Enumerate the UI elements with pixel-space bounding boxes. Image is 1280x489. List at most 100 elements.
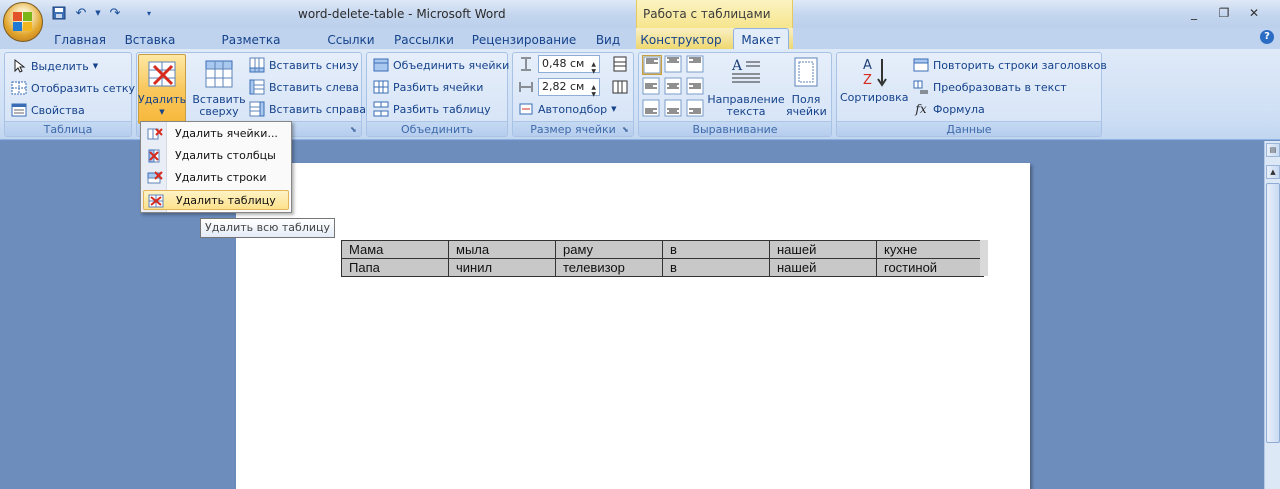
table-cell[interactable]: мыла <box>448 240 556 259</box>
formula-button[interactable]: fx Формула <box>913 99 985 119</box>
tab-insert[interactable]: Вставка <box>120 31 180 49</box>
insert-right-button[interactable]: Вставить справа <box>249 99 366 119</box>
close-icon[interactable]: ✕ <box>1246 6 1262 20</box>
undo-icon[interactable]: ↶ <box>72 4 90 22</box>
table-row: Папа чинил телевизор в нашей гостиной <box>341 258 984 277</box>
delete-dropdown-menu: Удалить ячейки... Удалить столбцы Удалит… <box>140 121 292 213</box>
cell-size-launcher-icon[interactable]: ⬊ <box>622 125 631 134</box>
repeat-header-label: Повторить строки заголовков <box>933 58 1107 72</box>
office-button[interactable] <box>3 2 43 42</box>
distribute-columns-icon[interactable] <box>612 79 628 95</box>
save-icon[interactable] <box>50 4 68 22</box>
text-direction-icon: A <box>730 56 762 88</box>
convert-to-text-icon <box>913 79 929 95</box>
align-middle-right-icon[interactable] <box>686 77 706 97</box>
menu-item-delete-columns[interactable]: Удалить столбцы <box>143 146 289 166</box>
split-table-icon <box>373 101 389 117</box>
tab-references[interactable]: Ссылки <box>322 31 380 49</box>
properties-icon <box>11 102 27 118</box>
table-cell[interactable]: нашей <box>769 240 877 259</box>
table-cell[interactable]: кухне <box>876 240 984 259</box>
delete-button[interactable]: Удалить ▼ <box>138 58 186 118</box>
minimize-icon[interactable]: _ <box>1186 6 1202 20</box>
align-bottom-left-icon[interactable] <box>642 99 662 119</box>
table-cell[interactable]: в <box>662 240 770 259</box>
tab-design[interactable]: Конструктор <box>640 31 722 49</box>
help-icon[interactable]: ? <box>1260 30 1274 44</box>
restore-icon[interactable]: ❐ <box>1216 6 1232 20</box>
align-top-center-icon[interactable] <box>664 55 684 75</box>
document-table[interactable]: Мама мыла раму в нашей кухне Папа чинил … <box>341 240 984 277</box>
svg-text:Z: Z <box>863 73 872 88</box>
vertical-scrollbar[interactable]: ▤ ▲ <box>1264 141 1280 489</box>
tab-layout[interactable]: Макет <box>733 28 789 49</box>
autofit-button[interactable]: Автоподбор ▼ <box>518 99 617 119</box>
tooltip: Удалить всю таблицу <box>200 218 336 238</box>
align-middle-center-icon[interactable] <box>664 77 684 97</box>
sort-label: Сортировка <box>840 91 909 104</box>
align-bottom-right-icon[interactable] <box>686 99 706 119</box>
insert-below-label: Вставить снизу <box>269 58 359 72</box>
scroll-thumb[interactable] <box>1266 183 1280 443</box>
menu-item-label: Удалить строки <box>175 171 267 184</box>
sort-button[interactable]: AZ Сортировка <box>840 56 909 104</box>
cell-margins-button[interactable]: Поля ячейки <box>786 56 827 118</box>
table-cell[interactable]: гостиной <box>876 258 984 277</box>
delete-table-small-icon <box>148 193 164 209</box>
tab-home[interactable]: Главная <box>50 31 110 49</box>
align-bottom-center-icon[interactable] <box>664 99 684 119</box>
tab-mailings[interactable]: Рассылки <box>390 31 458 49</box>
scroll-up-icon[interactable]: ▲ <box>1266 165 1280 179</box>
formula-label: Формула <box>933 102 985 116</box>
align-top-left-icon[interactable] <box>642 55 662 75</box>
table-cell[interactable]: чинил <box>448 258 556 277</box>
menu-item-delete-table[interactable]: Удалить таблицу <box>143 190 289 210</box>
menu-item-delete-rows[interactable]: Удалить строки <box>143 168 289 188</box>
column-width-icon <box>518 79 534 95</box>
align-middle-left-icon[interactable] <box>642 77 662 97</box>
insert-right-label: Вставить справа <box>269 102 366 116</box>
insert-below-icon <box>249 57 265 73</box>
row-height-icon <box>518 56 534 72</box>
grid-icon <box>11 80 27 96</box>
table-cell[interactable]: раму <box>555 240 663 259</box>
group-data-label: Данные <box>837 121 1101 136</box>
table-cell[interactable]: Папа <box>341 258 449 277</box>
select-label: Выделить <box>31 59 89 73</box>
text-direction-label-2: текста <box>726 105 766 118</box>
split-table-button[interactable]: Разбить таблицу <box>373 99 491 119</box>
formula-icon: fx <box>915 102 927 116</box>
row-height-input[interactable]: 0,48 см ▲ ▼ <box>538 55 600 75</box>
merge-cells-button[interactable]: Объединить ячейки <box>373 55 509 75</box>
table-cell[interactable]: телевизор <box>555 258 663 277</box>
context-group-label: Работа с таблицами <box>643 7 771 21</box>
column-width-input[interactable]: 2,82 см ▲ ▼ <box>538 78 600 98</box>
properties-button[interactable]: Свойства <box>11 100 85 120</box>
insert-left-button[interactable]: Вставить слева <box>249 77 359 97</box>
menu-item-delete-cells[interactable]: Удалить ячейки... <box>143 124 289 144</box>
rows-columns-launcher-icon[interactable]: ⬊ <box>350 125 359 134</box>
undo-dropdown-icon[interactable]: ▼ <box>94 4 102 22</box>
align-top-right-icon[interactable] <box>686 55 706 75</box>
insert-below-button[interactable]: Вставить снизу <box>249 55 359 75</box>
text-direction-button[interactable]: A Направление текста <box>706 56 786 118</box>
insert-above-button[interactable]: Вставить сверху <box>192 58 246 118</box>
ruler-toggle-icon[interactable]: ▤ <box>1266 143 1280 157</box>
select-button[interactable]: Выделить ▼ <box>11 56 98 76</box>
gridlines-button[interactable]: Отобразить сетку <box>11 78 135 98</box>
customize-qat-icon[interactable]: ▾ <box>142 4 156 22</box>
repeat-header-button[interactable]: Повторить строки заголовков <box>913 55 1107 75</box>
table-cell[interactable]: в <box>662 258 770 277</box>
tab-view[interactable]: Вид <box>588 31 628 49</box>
document-page[interactable] <box>236 163 1030 489</box>
tab-page-layout[interactable]: Разметка страницы <box>190 31 312 61</box>
column-width-value: 2,82 см <box>542 80 585 93</box>
redo-icon[interactable]: ↷ <box>106 4 124 22</box>
distribute-rows-icon[interactable] <box>612 56 628 72</box>
row-end-markers <box>980 240 988 276</box>
table-cell[interactable]: Мама <box>341 240 449 259</box>
table-cell[interactable]: нашей <box>769 258 877 277</box>
convert-to-text-button[interactable]: Преобразовать в текст <box>913 77 1067 97</box>
tab-review[interactable]: Рецензирование <box>470 31 578 49</box>
split-cells-button[interactable]: Разбить ячейки <box>373 77 483 97</box>
